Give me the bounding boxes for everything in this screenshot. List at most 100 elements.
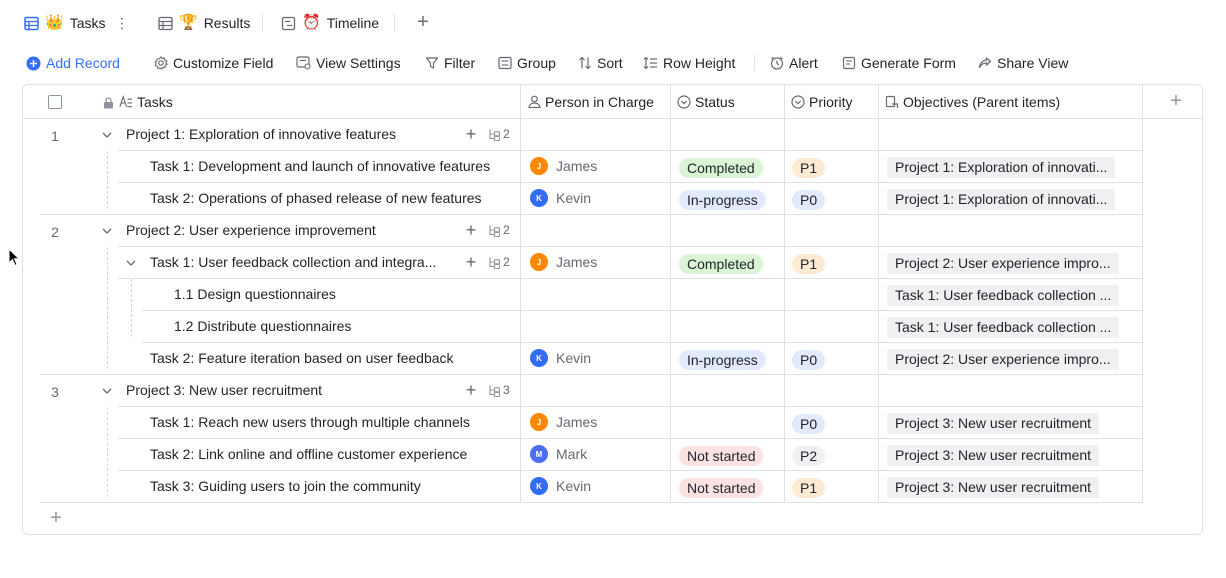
tab-tasks[interactable]: 👑 Tasks xyxy=(23,12,105,34)
record-title[interactable]: Task 2: Link online and offline customer… xyxy=(150,446,467,462)
parent-item-chip[interactable]: Project 2: User experience impro... xyxy=(887,349,1119,370)
add-row-icon[interactable]: + xyxy=(47,508,65,528)
subtask-row[interactable]: 1.2 Distribute questionnaires Task 1: Use… xyxy=(23,311,1143,343)
status-badge[interactable]: In-progress xyxy=(679,350,766,370)
avatar: J xyxy=(530,157,548,175)
priority-badge[interactable]: P2 xyxy=(792,446,826,466)
add-field-icon[interactable]: + xyxy=(1166,91,1186,112)
tree-guide-line xyxy=(107,407,108,497)
status-badge[interactable]: In-progress xyxy=(679,190,766,210)
record-title[interactable]: Project 2: User experience improvement xyxy=(126,222,376,238)
sort-button[interactable]: Sort xyxy=(577,53,623,73)
record-title[interactable]: Project 1: Exploration of innovative fea… xyxy=(126,126,396,142)
column-header-priority[interactable]: Priority xyxy=(791,85,853,118)
person-cell[interactable]: K Kevin xyxy=(530,477,591,495)
filter-button[interactable]: Filter xyxy=(424,53,475,73)
view-settings-button[interactable]: View Settings xyxy=(296,53,401,73)
toolbar-divider xyxy=(754,55,755,71)
record-title[interactable]: 1.2 Distribute questionnaires xyxy=(174,318,351,334)
record-title[interactable]: 1.1 Design questionnaires xyxy=(174,286,336,302)
task-row[interactable]: Task 1: User feedback collection and int… xyxy=(23,247,1143,279)
priority-badge[interactable]: P0 xyxy=(792,190,826,210)
row-divider xyxy=(40,502,1142,503)
parent-item-chip[interactable]: Project 3: New user recruitment xyxy=(887,477,1100,498)
record-title[interactable]: Task 2: Operations of phased release of … xyxy=(150,190,482,206)
share-view-button[interactable]: Share View xyxy=(977,53,1068,73)
subrecord-count-value: 2 xyxy=(503,255,510,269)
row-number: 3 xyxy=(51,384,59,400)
task-row[interactable]: Task 2: Link online and offline customer… xyxy=(23,439,1143,471)
row-height-button[interactable]: Row Height xyxy=(643,53,735,73)
chevron-down-icon[interactable] xyxy=(100,128,114,142)
parent-item-chip[interactable]: Task 1: User feedback collection ... xyxy=(887,285,1120,306)
subtask-row[interactable]: 1.1 Design questionnaires Task 1: User fe… xyxy=(23,279,1143,311)
add-subrecord-icon[interactable]: + xyxy=(463,253,479,271)
tab-more-icon[interactable]: ⋮ xyxy=(115,13,129,33)
parent-item-chip[interactable]: Project 3: New user recruitment xyxy=(887,413,1100,434)
generate-form-button[interactable]: Generate Form xyxy=(841,53,956,73)
add-record-button[interactable]: Add Record xyxy=(26,53,120,73)
status-badge[interactable]: Completed xyxy=(679,158,763,178)
subrecord-count[interactable]: 2 xyxy=(488,255,510,269)
status-badge[interactable]: Not started xyxy=(679,446,764,466)
add-subrecord-icon[interactable]: + xyxy=(463,381,479,399)
add-subrecord-icon[interactable]: + xyxy=(463,125,479,143)
priority-badge[interactable]: P0 xyxy=(792,350,826,370)
subrecord-count[interactable]: 3 xyxy=(488,383,510,397)
person-cell[interactable]: J James xyxy=(530,253,597,271)
alert-button[interactable]: Alert xyxy=(769,53,818,73)
filter-icon xyxy=(424,56,439,71)
task-row[interactable]: Task 2: Operations of phased release of … xyxy=(23,183,1143,215)
record-title[interactable]: Task 1: Development and launch of innova… xyxy=(150,158,490,174)
column-header-tasks[interactable]: Tasks xyxy=(119,85,173,118)
column-header-person[interactable]: Person in Charge xyxy=(527,85,654,118)
add-subrecord-icon[interactable]: + xyxy=(463,221,479,239)
person-cell[interactable]: K Kevin xyxy=(530,349,591,367)
tab-results[interactable]: 🏆 Results xyxy=(157,12,250,34)
priority-badge[interactable]: P1 xyxy=(792,158,826,178)
grid-header: Tasks Person in Charge Status Priority O… xyxy=(23,85,1202,119)
priority-badge[interactable]: P1 xyxy=(792,254,826,274)
parent-item-chip[interactable]: Task 1: User feedback collection ... xyxy=(887,317,1120,338)
person-name: James xyxy=(556,414,598,430)
priority-badge[interactable]: P0 xyxy=(792,414,826,434)
chevron-down-icon[interactable] xyxy=(100,224,114,238)
subrecord-count[interactable]: 2 xyxy=(488,223,510,237)
person-cell[interactable]: J James xyxy=(530,413,597,431)
add-view-icon[interactable]: + xyxy=(413,12,433,33)
subrecord-count-value: 2 xyxy=(503,223,510,237)
record-title[interactable]: Task 1: Reach new users through multiple… xyxy=(150,414,470,430)
person-cell[interactable]: J James xyxy=(530,157,597,175)
task-row[interactable]: Task 3: Guiding users to join the commun… xyxy=(23,471,1143,503)
group-row[interactable]: 3 Project 3: New user recruitment +3 xyxy=(23,375,1143,407)
chevron-down-icon[interactable] xyxy=(100,384,114,398)
person-cell[interactable]: M Mark xyxy=(530,445,587,463)
parent-item-chip[interactable]: Project 1: Exploration of innovati... xyxy=(887,157,1116,178)
column-header-status[interactable]: Status xyxy=(677,85,735,118)
subrecord-count[interactable]: 2 xyxy=(488,127,510,141)
parent-item-chip[interactable]: Project 3: New user recruitment xyxy=(887,445,1100,466)
parent-item-chip[interactable]: Project 2: User experience impro... xyxy=(887,253,1119,274)
group-row[interactable]: 2 Project 2: User experience improvement +… xyxy=(23,215,1143,247)
status-badge[interactable]: Completed xyxy=(679,254,763,274)
record-title[interactable]: Task 2: Feature iteration based on user … xyxy=(150,350,454,366)
column-header-objectives[interactable]: Objectives (Parent items) xyxy=(885,85,1060,118)
select-all-checkbox[interactable] xyxy=(48,95,62,109)
customize-field-button[interactable]: Customize Field xyxy=(153,53,273,73)
task-row[interactable]: Task 2: Feature iteration based on user … xyxy=(23,343,1143,375)
status-badge[interactable]: Not started xyxy=(679,478,764,498)
record-title[interactable]: Task 3: Guiding users to join the commun… xyxy=(150,478,421,494)
record-title[interactable]: Task 1: User feedback collection and int… xyxy=(150,254,436,270)
task-row[interactable]: Task 1: Development and launch of innova… xyxy=(23,151,1143,183)
task-row[interactable]: Task 1: Reach new users through multiple… xyxy=(23,407,1143,439)
tab-timeline[interactable]: ⏰ Timeline xyxy=(280,12,379,34)
tab-results-label: Results xyxy=(203,15,251,31)
parent-item-chip[interactable]: Project 1: Exploration of innovati... xyxy=(887,189,1116,210)
person-cell[interactable]: K Kevin xyxy=(530,189,591,207)
group-row[interactable]: 1 Project 1: Exploration of innovative fe… xyxy=(23,119,1143,151)
record-title[interactable]: Project 3: New user recruitment xyxy=(126,382,322,398)
group-button[interactable]: Group xyxy=(497,53,556,73)
priority-badge[interactable]: P1 xyxy=(792,478,826,498)
form-icon xyxy=(841,56,856,71)
chevron-down-icon[interactable] xyxy=(124,256,138,270)
